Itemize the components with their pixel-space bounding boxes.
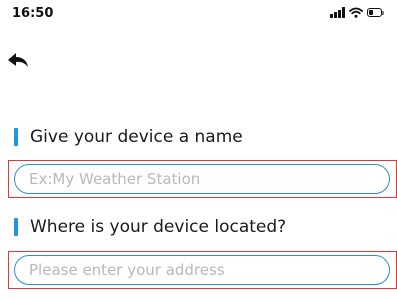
back-button[interactable]: [6, 50, 30, 70]
wifi-icon: [349, 7, 363, 18]
device-address-input[interactable]: [14, 255, 390, 285]
device-setup-screen: 16:50 Give your device a name Ex:My Weat…: [0, 0, 397, 298]
device-location-label-text: Where is your device located?: [30, 217, 287, 237]
back-arrow-icon: [8, 53, 28, 67]
device-name-label-text: Give your device a name: [30, 127, 243, 147]
device-name-label: Give your device a name: [14, 127, 243, 147]
status-icons: [330, 7, 385, 18]
status-bar: 16:50: [0, 0, 397, 28]
section-accent-bar: [14, 218, 18, 236]
device-name-input[interactable]: [14, 164, 390, 194]
device-location-label: Where is your device located?: [14, 217, 286, 237]
status-time: 16:50: [12, 6, 54, 21]
battery-icon: [367, 7, 385, 18]
section-accent-bar: [14, 128, 18, 146]
device-name-field-highlight: [8, 160, 397, 198]
device-location-field-highlight: [8, 251, 397, 289]
signal-icon: [330, 7, 345, 18]
